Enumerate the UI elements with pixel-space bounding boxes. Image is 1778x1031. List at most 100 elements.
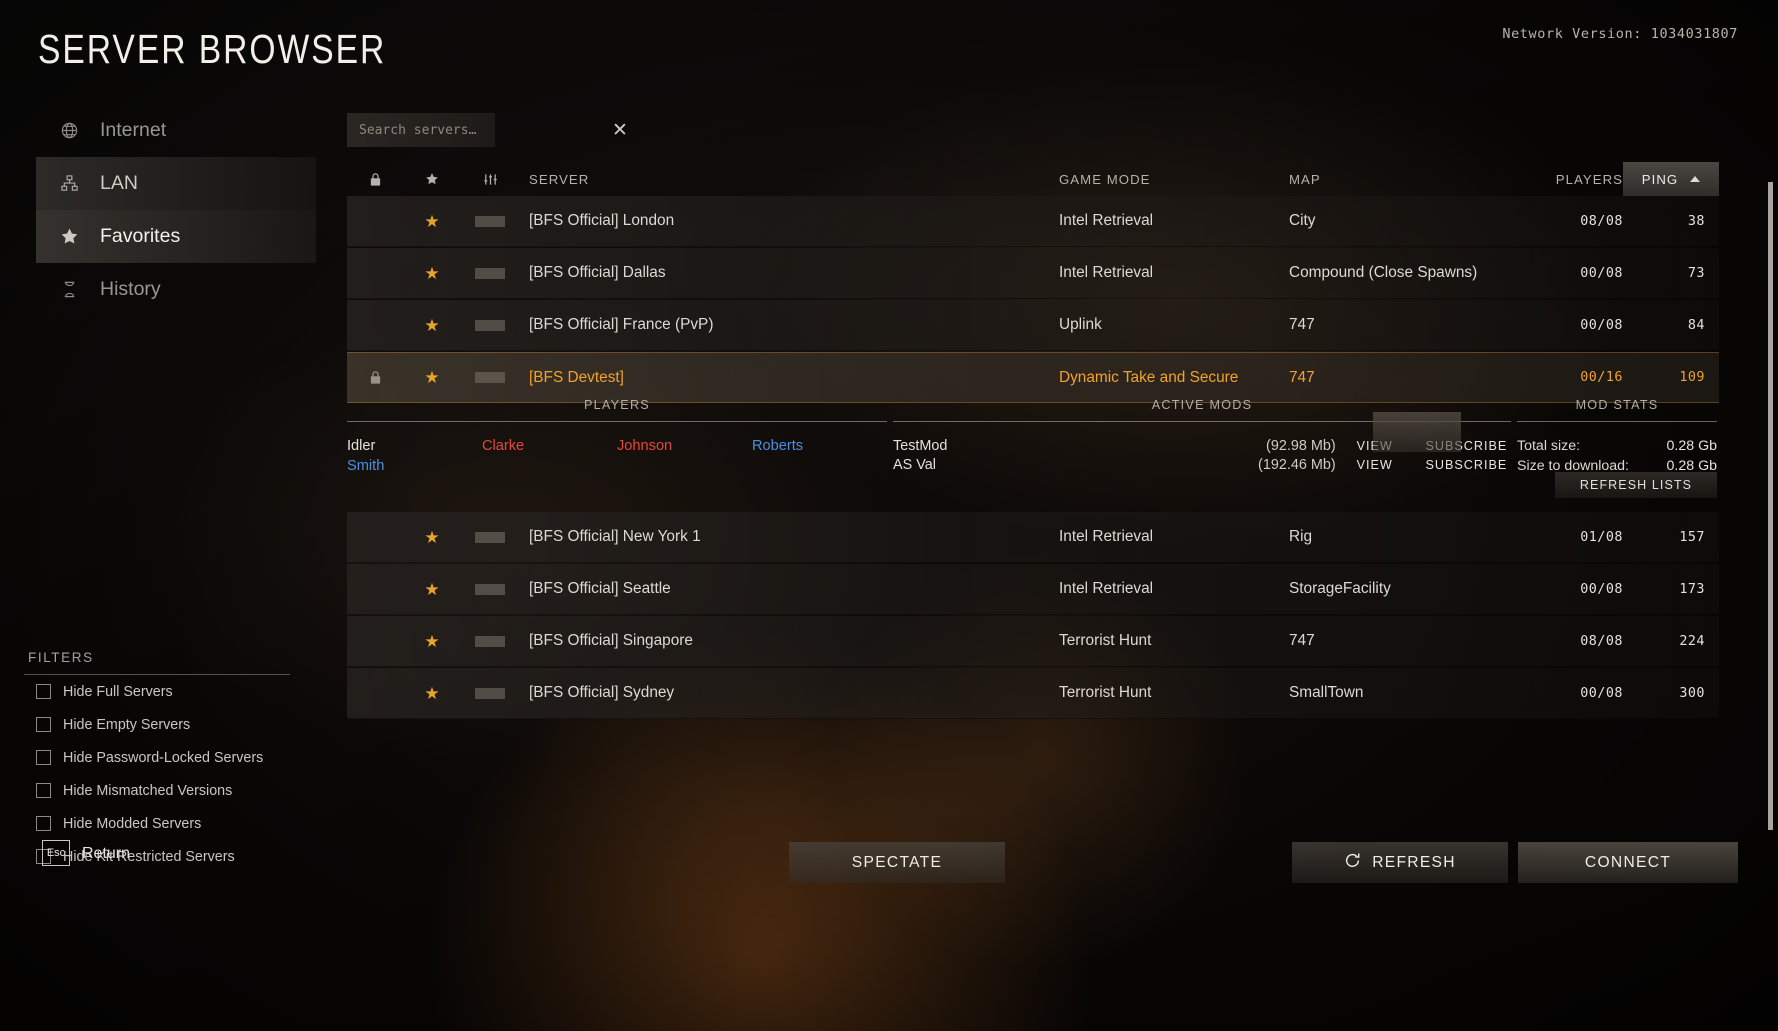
sidebar-item-history[interactable]: History: [36, 263, 316, 316]
row-mod-indicator: [461, 531, 519, 543]
sidebar-item-favorites[interactable]: Favorites: [36, 210, 316, 263]
row-game-mode: Intel Retrieval: [1059, 580, 1154, 597]
mod-name: AS Val: [893, 456, 936, 473]
detail-players-list: Idler Clarke Johnson Roberts Smith: [347, 422, 887, 476]
row-game-mode: Intel Retrieval: [1059, 212, 1154, 229]
return-label[interactable]: Return: [82, 845, 130, 863]
refresh-icon: [1344, 852, 1361, 874]
row-ping: 109: [1679, 370, 1705, 385]
table-row-selected[interactable]: ★ [BFS Devtest] Dynamic Take and Secure …: [347, 352, 1719, 403]
favorite-star-icon[interactable]: ★: [403, 317, 461, 334]
row-players: 08/08: [1580, 633, 1623, 649]
mod-row: AS Val (192.46 Mb) VIEW SUBSCRIBE: [893, 455, 1511, 474]
column-header-server[interactable]: SERVER: [519, 172, 1059, 187]
row-ping: 84: [1687, 317, 1705, 333]
table-row[interactable]: ★ [BFS Official] Sydney Terrorist Hunt S…: [347, 668, 1719, 719]
mod-size: (92.98 Mb): [1266, 437, 1336, 454]
row-server-name: [BFS Official] Seattle: [529, 580, 671, 597]
favorite-star-icon[interactable]: ★: [403, 213, 461, 230]
row-map: StorageFacility: [1289, 580, 1391, 597]
mod-view-button[interactable]: VIEW: [1336, 458, 1414, 472]
star-icon[interactable]: [403, 172, 461, 186]
row-map: 747: [1289, 368, 1315, 386]
table-row[interactable]: ★ [BFS Official] France (PvP) Uplink 747…: [347, 300, 1719, 351]
row-mod-indicator: [461, 583, 519, 595]
table-row[interactable]: ★ [BFS Official] Singapore Terrorist Hun…: [347, 616, 1719, 667]
favorite-star-icon[interactable]: ★: [403, 265, 461, 282]
filters-title: FILTERS: [28, 650, 94, 665]
player-name: Smith: [347, 458, 385, 474]
detail-players-title: PLAYERS: [584, 398, 650, 412]
filter-hide-empty-servers[interactable]: Hide Empty Servers: [24, 708, 290, 741]
row-ping: 157: [1679, 529, 1705, 545]
favorite-star-icon[interactable]: ★: [403, 633, 461, 650]
row-mod-indicator: [461, 372, 519, 383]
checkbox[interactable]: [36, 750, 51, 765]
search-input[interactable]: [359, 122, 495, 138]
table-row[interactable]: ★ [BFS Official] Dallas Intel Retrieval …: [347, 248, 1719, 299]
favorite-star-icon[interactable]: ★: [403, 685, 461, 702]
network-icon: [58, 173, 80, 195]
lock-icon[interactable]: [347, 172, 403, 187]
table-header-row: SERVER GAME MODE MAP PLAYERS PING: [347, 162, 1719, 196]
connect-button[interactable]: CONNECT: [1518, 842, 1738, 883]
network-version-label: Network Version: 1034031807: [1502, 26, 1738, 42]
row-players: 08/08: [1580, 213, 1623, 229]
player-name: Johnson: [617, 438, 673, 454]
globe-icon: [58, 120, 80, 142]
filter-label: Hide Password-Locked Servers: [63, 749, 264, 766]
lock-icon: [347, 370, 403, 385]
stats-value: 0.28 Gb: [1666, 438, 1717, 454]
table-row[interactable]: ★ [BFS Official] New York 1 Intel Retrie…: [347, 512, 1719, 563]
close-icon[interactable]: ✕: [608, 118, 632, 142]
column-header-map[interactable]: MAP: [1289, 172, 1511, 187]
column-header-ping[interactable]: PING: [1623, 162, 1719, 196]
row-map: Rig: [1289, 528, 1313, 545]
row-game-mode: Dynamic Take and Secure: [1059, 368, 1239, 386]
table-row[interactable]: ★ [BFS Official] Seattle Intel Retrieval…: [347, 564, 1719, 615]
search-box[interactable]: [347, 113, 495, 147]
favorite-star-icon[interactable]: ★: [403, 529, 461, 546]
filter-hide-mismatched-versions[interactable]: Hide Mismatched Versions: [24, 774, 290, 807]
checkbox[interactable]: [36, 717, 51, 732]
favorite-star-icon[interactable]: ★: [403, 369, 461, 386]
refresh-lists-button[interactable]: REFRESH LISTS: [1555, 472, 1717, 498]
sliders-icon[interactable]: [461, 172, 519, 187]
filter-label: Hide Modded Servers: [63, 815, 202, 832]
checkbox[interactable]: [36, 684, 51, 699]
checkbox[interactable]: [36, 783, 51, 798]
row-players: 00/08: [1580, 265, 1623, 281]
filter-hide-modded-servers[interactable]: Hide Modded Servers: [24, 807, 290, 840]
column-header-players[interactable]: PLAYERS: [1511, 172, 1623, 187]
sidebar-item-internet[interactable]: Internet: [36, 104, 316, 157]
row-players: 01/08: [1580, 529, 1623, 545]
refresh-button[interactable]: REFRESH: [1292, 842, 1508, 883]
spectate-button[interactable]: SPECTATE: [789, 842, 1005, 883]
detail-stats-list: Total size: 0.28 Gb Size to download: 0.…: [1517, 422, 1717, 476]
row-server-name: [BFS Official] Dallas: [529, 264, 666, 281]
row-players: 00/08: [1580, 317, 1623, 333]
star-icon: [58, 226, 80, 248]
stats-row: Total size: 0.28 Gb: [1517, 436, 1717, 456]
checkbox[interactable]: [36, 816, 51, 831]
row-server-name: [BFS Devtest]: [529, 368, 624, 386]
sidebar-nav: Internet LAN Favorites History: [36, 104, 316, 316]
vertical-scrollbar[interactable]: [1768, 182, 1773, 830]
row-game-mode: Uplink: [1059, 316, 1102, 333]
spectate-label: SPECTATE: [851, 853, 943, 871]
row-map: Compound (Close Spawns): [1289, 264, 1478, 281]
player-name: Idler: [347, 438, 376, 454]
sidebar-item-lan[interactable]: LAN: [36, 157, 316, 210]
stats-key: Total size:: [1517, 438, 1581, 454]
row-players: 00/16: [1580, 370, 1623, 385]
filter-hide-full-servers[interactable]: Hide Full Servers: [24, 675, 290, 708]
filter-hide-password-locked-servers[interactable]: Hide Password-Locked Servers: [24, 741, 290, 774]
favorite-star-icon[interactable]: ★: [403, 581, 461, 598]
row-map: 747: [1289, 316, 1315, 333]
row-server-name: [BFS Official] New York 1: [529, 528, 701, 545]
column-header-game-mode[interactable]: GAME MODE: [1059, 172, 1289, 187]
mod-subscribe-button[interactable]: SUBSCRIBE: [1422, 458, 1511, 472]
row-server-name: [BFS Official] London: [529, 212, 675, 229]
table-row[interactable]: ★ [BFS Official] London Intel Retrieval …: [347, 196, 1719, 247]
row-players: 00/08: [1580, 685, 1623, 701]
